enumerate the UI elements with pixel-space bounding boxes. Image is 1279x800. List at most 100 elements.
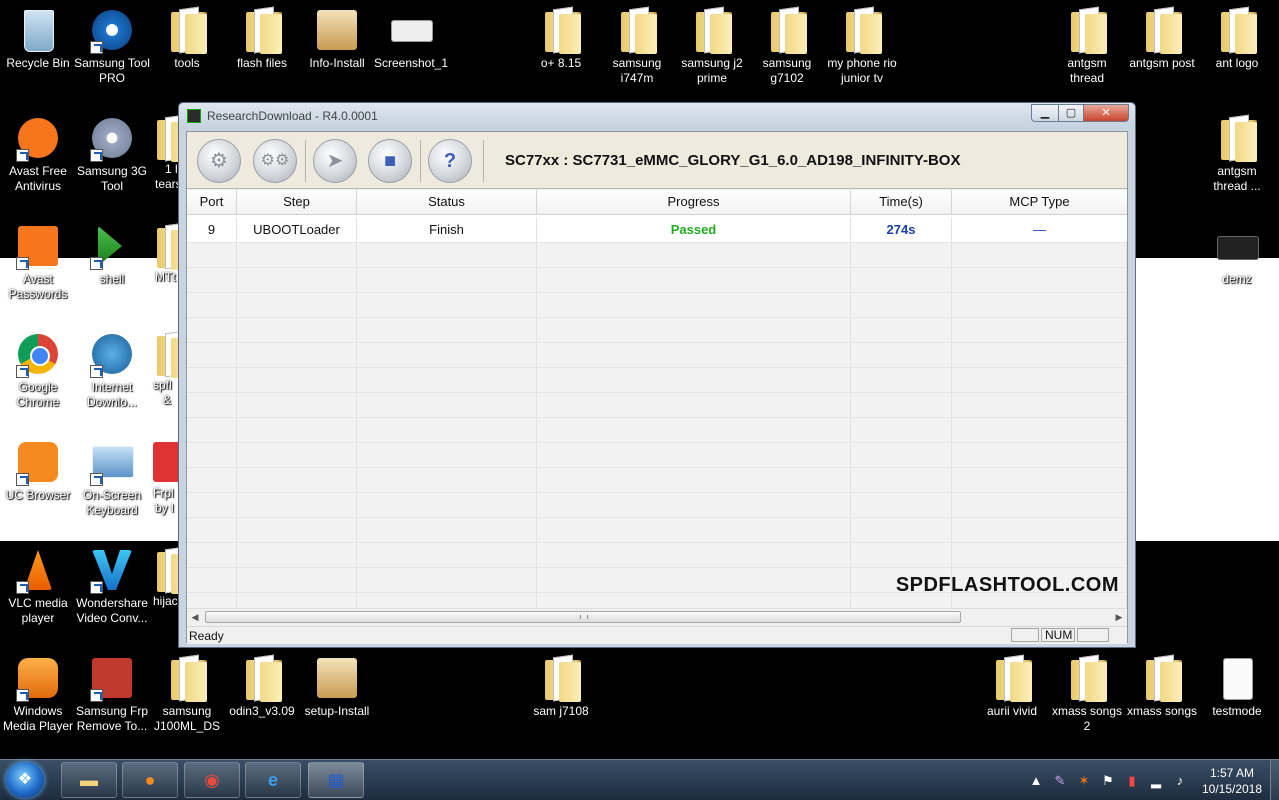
column-header-status[interactable]: Status <box>357 190 537 214</box>
partial-desktop-item[interactable]: Frpl by l <box>149 438 193 516</box>
watermark-text: SPDFLASHTOOL.COM <box>895 574 1119 596</box>
taskbar-explorer-button[interactable]: ▬ <box>61 762 117 798</box>
column-header-port[interactable]: Port <box>187 190 237 214</box>
tools-folder-icon[interactable]: tools <box>149 6 225 71</box>
info-install-icon[interactable]: Info-Install <box>299 6 375 71</box>
o-plus-folder-icon[interactable]: o+ 8.15 <box>523 6 599 71</box>
empty-cell <box>537 568 851 592</box>
taskbar-internet-explorer-button[interactable]: e <box>245 762 301 798</box>
windows-media-player-label: Windows Media Player <box>2 704 74 733</box>
antgsm-thread-folder-icon[interactable]: antgsm thread <box>1049 6 1125 86</box>
empty-table-row <box>187 293 1127 318</box>
help-button[interactable]: ? <box>428 139 472 183</box>
maximize-button[interactable]: ▢ <box>1058 104 1084 122</box>
column-header-progress[interactable]: Progress <box>537 190 851 214</box>
column-header-mcp-type[interactable]: MCP Type <box>952 190 1127 214</box>
sam-j7108-folder-icon[interactable]: sam j7108 <box>523 654 599 719</box>
tray-signal-icon[interactable]: ▂ <box>1148 773 1164 789</box>
scrollbar-thumb[interactable] <box>205 611 961 623</box>
tray-avast-icon[interactable]: ✶ <box>1076 773 1092 789</box>
flash-files-folder-icon[interactable]: flash files <box>224 6 300 71</box>
antgsm-post-folder-icon[interactable]: antgsm post <box>1124 6 1200 71</box>
empty-cell <box>952 518 1127 542</box>
empty-cell <box>187 443 237 467</box>
empty-cell <box>537 393 851 417</box>
setup-install-icon[interactable]: setup-Install <box>299 654 375 719</box>
samsung-tool-pro-icon[interactable]: Samsung Tool PRO <box>74 6 150 86</box>
on-screen-keyboard-icon[interactable]: On-Screen Keyboard <box>74 438 150 518</box>
start-download-button[interactable]: ➤ <box>313 139 357 183</box>
shell-icon[interactable]: shell <box>74 222 150 287</box>
samsung-j2-prime-folder-icon[interactable]: samsung j2 prime <box>674 6 750 86</box>
stop-download-button[interactable]: ■ <box>368 139 412 183</box>
taskbar-chrome-button[interactable]: ◉ <box>184 762 240 798</box>
empty-cell <box>952 243 1127 267</box>
window-titlebar[interactable]: ResearchDownload - R4.0.0001 ▁ ▢ ✕ <box>179 103 1135 129</box>
partial-desktop-item[interactable]: hijac <box>149 546 193 609</box>
google-chrome-icon[interactable]: Google Chrome <box>0 330 76 410</box>
start-button[interactable]: ❖ <box>6 762 44 798</box>
demz-video-icon[interactable]: demz <box>1199 222 1275 287</box>
tray-feather-icon[interactable]: ✎ <box>1052 773 1068 789</box>
horizontal-scrollbar[interactable]: ◀ ▶ <box>187 608 1127 625</box>
uc-browser-icon[interactable]: UC Browser <box>0 438 76 503</box>
empty-cell <box>851 468 952 492</box>
samsung-i747m-folder-icon[interactable]: samsung i747m <box>599 6 675 86</box>
empty-cell <box>357 243 537 267</box>
port-cell: 9 <box>187 218 237 242</box>
tray-volume-icon[interactable]: ♪ <box>1172 773 1188 789</box>
samsung-g7102-folder-icon[interactable]: samsung g7102 <box>749 6 825 86</box>
toolbar-separator <box>483 140 484 182</box>
taskbar-clock[interactable]: 1:57 AM 10/15/2018 <box>1190 765 1274 797</box>
wondershare-video-converter-icon[interactable]: Wondershare Video Conv... <box>74 546 150 626</box>
ant-logo-folder-icon[interactable]: ant logo <box>1199 6 1275 71</box>
taskbar-uc-browser-button[interactable]: ● <box>122 762 178 798</box>
scroll-right-icon[interactable]: ▶ <box>1111 609 1127 625</box>
partial-desktop-item[interactable]: MTt <box>149 222 193 285</box>
empty-cell <box>851 493 952 517</box>
avast-antivirus-icon[interactable]: Avast Free Antivirus <box>0 114 76 194</box>
my-phone-rio-folder-icon[interactable]: my phone rio junior tv <box>824 6 900 86</box>
samsung-3g-tool-icon[interactable]: Samsung 3G Tool <box>74 114 150 194</box>
empty-cell <box>187 518 237 542</box>
recycle-bin-icon[interactable]: Recycle Bin <box>0 6 76 71</box>
show-hidden-icons-arrow-icon[interactable]: ▲ <box>1028 773 1044 789</box>
empty-cell <box>237 568 357 592</box>
antgsm-thread-2-folder-icon[interactable]: antgsm thread ... <box>1199 114 1275 194</box>
empty-cell <box>537 418 851 442</box>
screenshot-file-icon[interactable]: Screenshot_1 <box>373 6 449 71</box>
empty-cell <box>357 443 537 467</box>
tray-action-center-flag-icon[interactable]: ⚑ <box>1100 773 1116 789</box>
partial-desktop-item[interactable]: spfl & <box>149 330 193 408</box>
show-desktop-button[interactable] <box>1270 760 1279 800</box>
load-packet-button[interactable]: ⚙ <box>197 139 241 183</box>
scroll-left-icon[interactable]: ◀ <box>187 609 203 625</box>
samsung-frp-remove-tool-icon[interactable]: Samsung Frp Remove To... <box>74 654 150 734</box>
samsung-j100ml-folder-icon[interactable]: samsung J100ML_DS <box>149 654 225 734</box>
step-cell: UBOOTLoader <box>237 218 357 242</box>
sam-j7108-folder-label: sam j7108 <box>533 704 589 718</box>
column-header-time[interactable]: Time(s) <box>851 190 952 214</box>
internet-download-manager-icon[interactable]: Internet Downlo... <box>74 330 150 410</box>
empty-cell <box>357 393 537 417</box>
avast-passwords-icon[interactable]: Avast Passwords <box>0 222 76 302</box>
odin3-folder-icon[interactable]: odin3_v3.09 <box>224 654 300 719</box>
testmode-file-icon[interactable]: testmode <box>1199 654 1275 719</box>
windows-media-player-icon[interactable]: Windows Media Player <box>0 654 76 734</box>
empty-cell <box>952 393 1127 417</box>
aurii-vivid-folder-icon[interactable]: aurii vivid <box>974 654 1050 719</box>
column-header-step[interactable]: Step <box>237 190 357 214</box>
vlc-player-icon[interactable]: VLC media player <box>0 546 76 626</box>
minimize-button[interactable]: ▁ <box>1031 104 1059 122</box>
progress-cell: Passed <box>537 218 851 242</box>
table-row[interactable]: 9 UBOOTLoader Finish Passed 274s — <box>187 218 1127 243</box>
taskbar-research-download-button[interactable]: ▦ <box>308 762 364 798</box>
empty-cell <box>187 543 237 567</box>
xmass-songs-folder-icon[interactable]: xmass songs <box>1124 654 1200 719</box>
settings-button[interactable]: ⚙⚙ <box>253 139 297 183</box>
research-download-window[interactable]: ResearchDownload - R4.0.0001 ▁ ▢ ✕ ⚙ ⚙⚙ … <box>178 102 1136 648</box>
xmass-songs-2-folder-icon[interactable]: xmass songs 2 <box>1049 654 1125 734</box>
empty-cell <box>237 468 357 492</box>
tray-battery-icon[interactable]: ▮ <box>1124 773 1140 789</box>
close-button[interactable]: ✕ <box>1083 104 1129 122</box>
